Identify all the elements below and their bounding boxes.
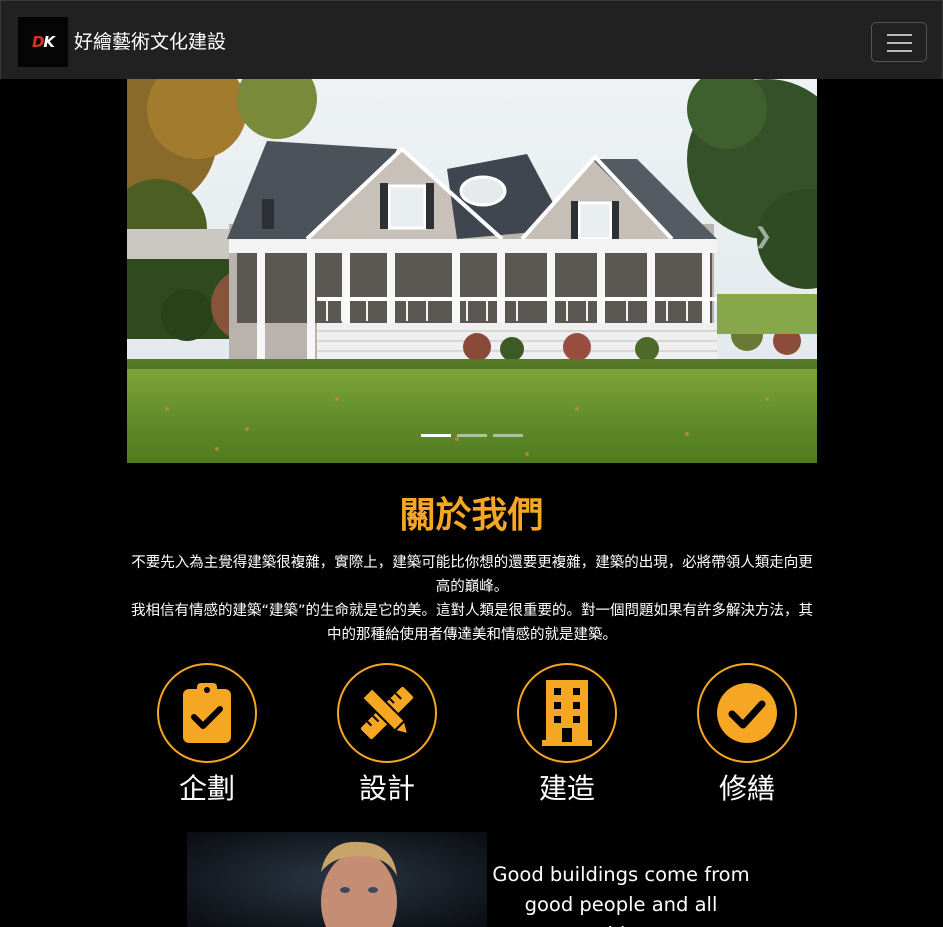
quote-line: good people and all problems <box>524 893 718 927</box>
about-paragraph: 我相信有情感的建築“建築”的生命就是它的美。這對人類是很重要的。對一個問題如果有… <box>130 603 814 643</box>
carousel-indicator[interactable] <box>457 434 487 437</box>
service-repair: 修繕 <box>697 663 797 805</box>
brand-logo[interactable]: DK <box>18 17 68 67</box>
navbar: DK 好繪藝術文化建設 <box>0 0 943 79</box>
house-photo <box>127 79 817 463</box>
service-label: 企劃 <box>178 772 236 805</box>
service-icon-circle <box>517 663 617 763</box>
service-label: 建造 <box>538 772 596 805</box>
quote-text: Good buildings come from good people and… <box>487 860 755 927</box>
service-icon-circle <box>157 663 257 763</box>
logo-text: DK <box>31 33 55 51</box>
service-design: 設計 <box>337 663 437 805</box>
service-planning: 企劃 <box>157 663 257 805</box>
check-circle-icon <box>717 683 777 743</box>
service-construction: 建造 <box>517 663 617 805</box>
service-icon-circle <box>337 663 437 763</box>
pencil-ruler-icon <box>360 686 414 740</box>
carousel-indicator[interactable] <box>493 434 523 437</box>
carousel-indicator[interactable] <box>421 434 451 437</box>
building-icon <box>542 680 592 746</box>
portrait-photo <box>187 832 487 927</box>
about-paragraph: 不要先入為主覺得建築很複雜，實際上，建築可能比你想的還要更複雜，建築的出現，必將… <box>131 555 813 595</box>
brand-name[interactable]: 好繪藝術文化建設 <box>74 27 226 54</box>
hamburger-menu-icon[interactable] <box>871 22 927 62</box>
about-text: 不要先入為主覺得建築很複雜，實際上，建築可能比你想的還要更複雜，建築的出現，必將… <box>127 551 817 647</box>
about-title: 關於我們 <box>399 495 544 536</box>
carousel-next-icon[interactable]: ❯ <box>754 224 772 249</box>
hero-carousel <box>127 79 817 463</box>
quote-line: Good buildings come from <box>492 863 750 886</box>
service-icon-circle <box>697 663 797 763</box>
service-label: 設計 <box>358 772 416 805</box>
service-label: 修繕 <box>718 772 776 805</box>
clipboard-check-icon <box>183 683 231 743</box>
